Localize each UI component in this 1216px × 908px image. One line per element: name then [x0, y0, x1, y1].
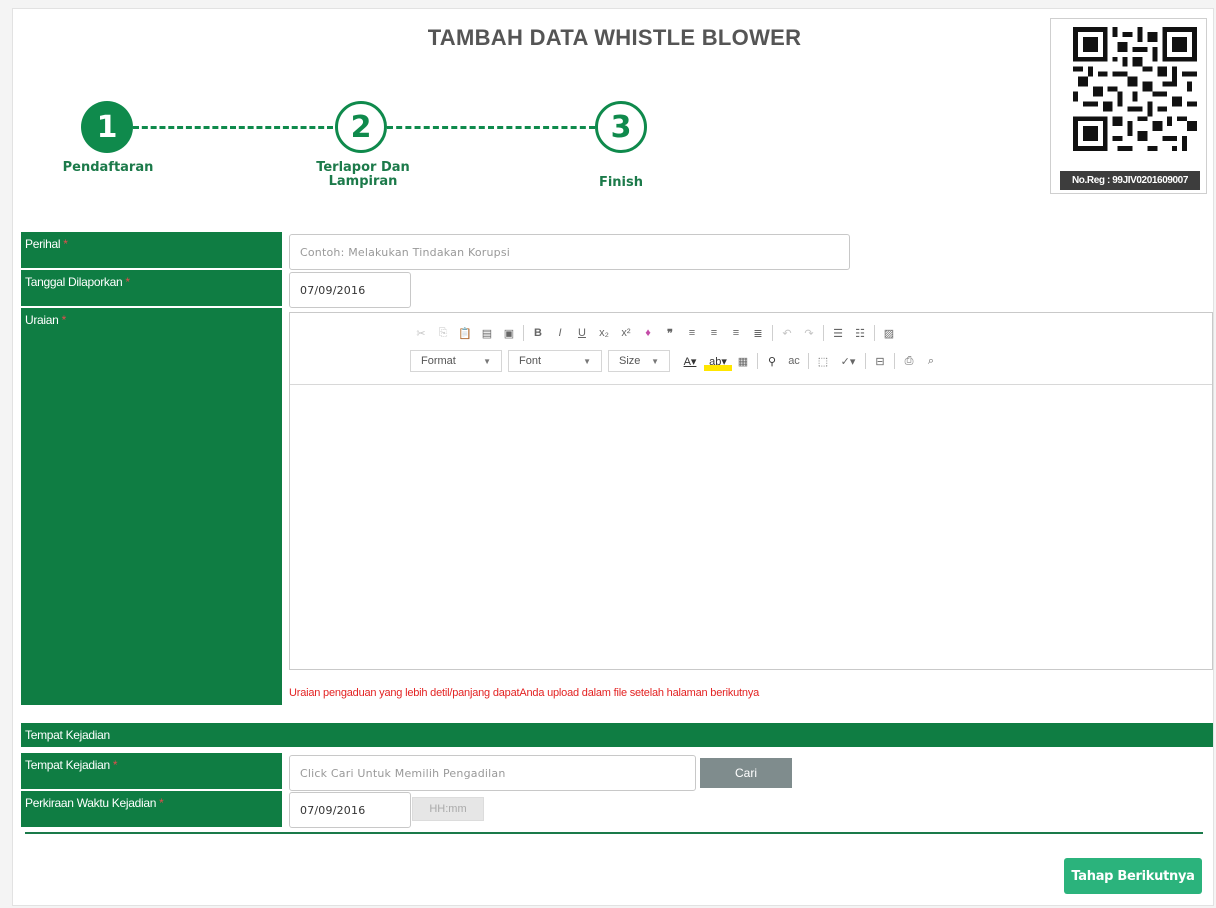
perihal-label-cell: Perihal * [21, 232, 282, 268]
toolbar-separator [874, 325, 875, 341]
chevron-down-icon: ▼ [651, 356, 659, 366]
qr-panel: No.Reg : 99JIV0201609007 [1050, 18, 1207, 194]
format-dropdown-label: Format [421, 355, 456, 367]
cut-icon[interactable]: ✂ [410, 323, 432, 343]
required-mark: * [112, 758, 118, 772]
required-mark: * [63, 237, 68, 251]
step-1-circle[interactable]: 1 [81, 101, 133, 153]
step-connector-1-2 [133, 126, 333, 129]
perihal-input[interactable]: Contoh: Melakukan Tindakan Korupsi [289, 234, 850, 270]
editor-content-area[interactable] [290, 386, 1212, 670]
table-icon[interactable]: ▦ [732, 351, 754, 371]
paste-icon[interactable]: 📋 [454, 323, 476, 343]
redo-icon[interactable]: ↷ [798, 323, 820, 343]
toolbar-row-1: ✂ ⎘ 📋 ▤ ▣ B I U x₂ x² ♦ ❞ ≡ ≡ ≡ ≣ ↶ ↷ ☰ … [410, 323, 900, 343]
tanggal-label-cell: Tanggal Dilaporkan * [21, 270, 282, 306]
replace-icon[interactable]: ac [783, 351, 805, 371]
bold-icon[interactable]: B [527, 323, 549, 343]
preview-icon[interactable]: ⌕ [920, 351, 942, 371]
numbered-list-icon[interactable]: ☰ [827, 323, 849, 343]
copy-icon[interactable]: ⎘ [432, 323, 454, 343]
image-icon[interactable]: ▨ [878, 323, 900, 343]
paste-word-icon[interactable]: ▣ [498, 323, 520, 343]
format-dropdown[interactable]: Format ▼ [410, 350, 502, 372]
chevron-down-icon: ▼ [483, 356, 491, 366]
underline-icon[interactable]: U [571, 323, 593, 343]
align-left-icon[interactable]: ≡ [681, 323, 703, 343]
bulleted-list-icon[interactable]: ☷ [849, 323, 871, 343]
tempat-input[interactable]: Click Cari Untuk Memilih Pengadilan [289, 755, 696, 791]
tempat-label: Tempat Kejadian [25, 758, 110, 772]
toolbar-separator [757, 353, 758, 369]
remove-format-icon[interactable]: ♦ [637, 323, 659, 343]
waktu-label-cell: Perkiraan Waktu Kejadian * [21, 791, 282, 827]
paste-text-icon[interactable]: ▤ [476, 323, 498, 343]
registration-number: No.Reg : 99JIV0201609007 [1060, 171, 1200, 190]
text-color-icon[interactable]: A▾ [676, 351, 704, 371]
step-2-label: Terlapor Dan Lampiran [316, 160, 410, 189]
subscript-icon[interactable]: x₂ [593, 323, 615, 343]
waktu-label: Perkiraan Waktu Kejadian [25, 796, 157, 810]
size-dropdown[interactable]: Size ▼ [608, 350, 670, 372]
required-mark: * [125, 275, 130, 289]
horizontal-line-icon[interactable]: ⊟ [869, 351, 891, 371]
step-3-label: Finish [598, 175, 644, 190]
size-dropdown-label: Size [619, 355, 641, 367]
superscript-icon[interactable]: x² [615, 323, 637, 343]
align-center-icon[interactable]: ≡ [703, 323, 725, 343]
section-header: Tempat Kejadian [21, 723, 1213, 747]
toolbar-separator [865, 353, 866, 369]
perihal-label: Perihal [25, 237, 61, 251]
print-icon[interactable]: ⎙ [898, 351, 920, 371]
divider [25, 832, 1203, 834]
blockquote-icon[interactable]: ❞ [659, 323, 681, 343]
justify-icon[interactable]: ≣ [747, 323, 769, 343]
step-1-label: Pendaftaran [62, 160, 154, 175]
uraian-label: Uraian [25, 313, 59, 327]
uraian-hint-text: Uraian pengaduan yang lebih detil/panjan… [289, 687, 760, 699]
toolbar-row-2: Format ▼ Font ▼ Size ▼ A▾ ab▾ ▦ ⚲ ac ⬚ ✓▾ ⊟… [410, 350, 942, 372]
page-title: TAMBAH DATA WHISTLE BLOWER [427, 25, 802, 50]
find-icon[interactable]: ⚲ [761, 351, 783, 371]
tanggal-date-input[interactable]: 07/09/2016 [289, 272, 411, 308]
uraian-label-cell: Uraian * [21, 308, 282, 705]
undo-icon[interactable]: ↶ [776, 323, 798, 343]
font-dropdown-label: Font [519, 355, 542, 367]
font-dropdown[interactable]: Font ▼ [508, 350, 602, 372]
chevron-down-icon: ▼ [583, 356, 591, 366]
required-mark: * [159, 796, 164, 810]
tempat-label-cell: Tempat Kejadian * [21, 753, 282, 789]
toolbar-separator [523, 325, 524, 341]
editor-toolbar: ✂ ⎘ 📋 ▤ ▣ B I U x₂ x² ♦ ❞ ≡ ≡ ≡ ≣ ↶ ↷ ☰ … [290, 313, 1212, 385]
select-all-icon[interactable]: ⬚ [812, 351, 834, 371]
step-3-circle[interactable]: 3 [595, 101, 647, 153]
toolbar-separator [894, 353, 895, 369]
background-color-icon[interactable]: ab▾ [704, 351, 732, 371]
qr-code-icon [1073, 27, 1197, 151]
cari-button[interactable]: Cari [700, 758, 792, 788]
rich-text-editor[interactable]: ✂ ⎘ 📋 ▤ ▣ B I U x₂ x² ♦ ❞ ≡ ≡ ≡ ≣ ↶ ↷ ☰ … [289, 312, 1213, 670]
waktu-date-input[interactable]: 07/09/2016 [289, 792, 411, 828]
italic-icon[interactable]: I [549, 323, 571, 343]
next-step-button[interactable]: Tahap Berikutnya [1064, 858, 1202, 894]
toolbar-separator [823, 325, 824, 341]
required-mark: * [61, 313, 67, 327]
align-right-icon[interactable]: ≡ [725, 323, 747, 343]
toolbar-separator [772, 325, 773, 341]
step-2-circle[interactable]: 2 [335, 101, 387, 153]
spellcheck-icon[interactable]: ✓▾ [834, 351, 862, 371]
page-container: TAMBAH DATA WHISTLE BLOWER 1 2 3 Pendaft… [12, 8, 1214, 906]
toolbar-separator [808, 353, 809, 369]
tanggal-label: Tanggal Dilaporkan [25, 275, 123, 289]
waktu-time-input[interactable]: HH:mm [412, 797, 484, 821]
step-connector-2-3 [387, 126, 595, 129]
